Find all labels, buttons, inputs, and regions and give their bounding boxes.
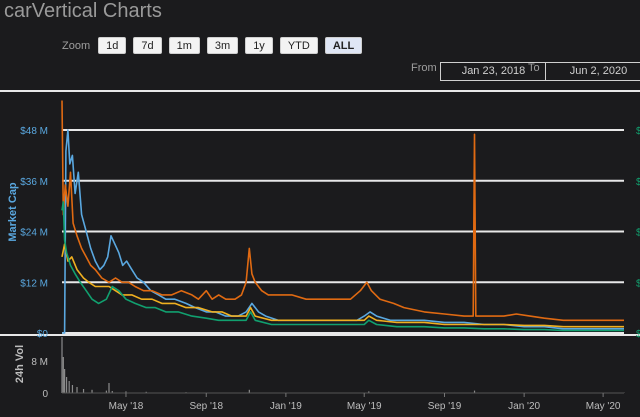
right-tick-label: $ — [636, 126, 640, 137]
right-tick-label: $ — [636, 329, 640, 340]
volume-axis-label: 24h Vol — [14, 345, 26, 383]
y-tick-label: $12 M — [20, 278, 48, 289]
x-tick-label: Sep '19 — [428, 401, 462, 412]
x-tick-label: May '20 — [586, 401, 621, 412]
y-tick-label: $48 M — [20, 126, 48, 137]
volume-tick-label: 0 — [42, 389, 48, 400]
volume-bar — [108, 383, 110, 393]
market-cap-chart[interactable]: $0 $12 M $24 M $36 M $48 M $ $ $ $ $ 0 8 M May '1… — [0, 0, 640, 417]
right-tick-label: $ — [636, 228, 640, 239]
volume-bar — [76, 387, 78, 393]
volume-bar — [64, 369, 66, 393]
volume-axis-ticks: 0 8 M — [31, 357, 48, 400]
volume-bar — [82, 389, 85, 393]
y-tick-label: $0 — [37, 329, 49, 340]
right-tick-label: $ — [636, 278, 640, 289]
series-line-4[interactable] — [61, 201, 624, 332]
x-tick-label: Jan '19 — [270, 401, 302, 412]
right-tick-label: $ — [636, 177, 640, 188]
x-tick-label: May '18 — [109, 401, 144, 412]
y-axis-label: Market Cap — [7, 182, 19, 242]
x-tick-label: May '19 — [347, 401, 382, 412]
volume-bar — [62, 357, 64, 393]
x-tick-label: Sep '18 — [189, 401, 223, 412]
gridlines — [0, 129, 640, 336]
volume-bar — [71, 385, 74, 393]
y-tick-label: $36 M — [20, 177, 48, 188]
volume-bars — [61, 337, 625, 394]
y-axis-ticks: $0 $12 M $24 M $36 M $48 M — [20, 126, 48, 340]
series-lines — [61, 100, 624, 334]
volume-bar — [65, 377, 68, 393]
x-axis-ticks: May '18 Sep '18 Jan '19 May '19 Sep '19 Jan '… — [109, 393, 621, 412]
right-axis-ticks: $ $ $ $ $ — [636, 126, 640, 340]
volume-tick-label: 8 M — [31, 357, 48, 368]
x-tick-label: Jan '20 — [508, 401, 540, 412]
volume-bar — [68, 381, 70, 393]
volume-bar — [61, 337, 63, 393]
y-tick-label: $24 M — [20, 228, 48, 239]
series-line-2[interactable] — [61, 100, 624, 322]
